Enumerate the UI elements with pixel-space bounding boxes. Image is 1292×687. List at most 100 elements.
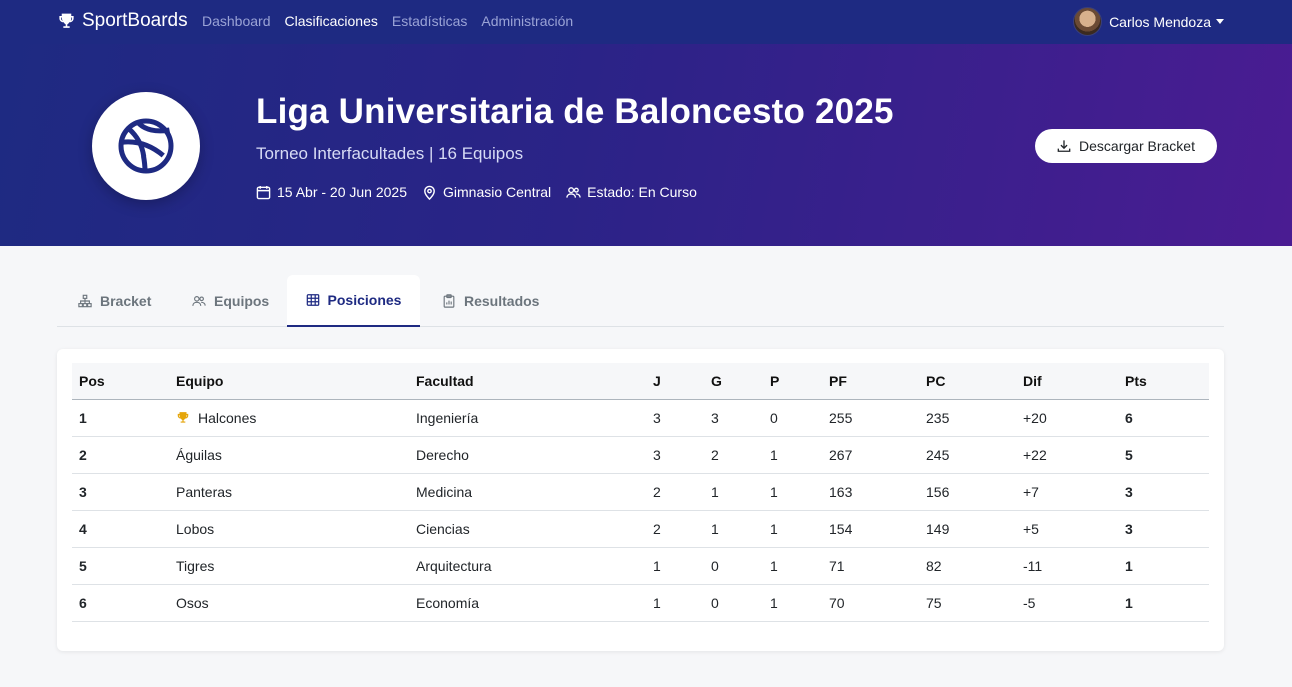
basketball-icon <box>118 118 174 174</box>
faculty-cell: Medicina <box>416 483 473 500</box>
points-for-cell: 70 <box>829 594 845 611</box>
column-header[interactable]: J <box>646 363 704 399</box>
lost-cell: 1 <box>770 483 778 500</box>
difference-cell: +5 <box>1023 520 1039 537</box>
won-cell: 1 <box>711 520 719 537</box>
difference-cell: +22 <box>1023 446 1047 463</box>
chevron-down-icon <box>1216 19 1224 24</box>
column-header[interactable]: Pos <box>72 363 169 399</box>
tab-resultados[interactable]: Resultados <box>442 275 539 327</box>
nav-estadisticas[interactable]: Estadísticas <box>392 13 467 29</box>
points-against-cell: 235 <box>926 409 950 426</box>
points-against-cell: 149 <box>926 520 950 537</box>
table-row[interactable]: 2 Águilas Derecho 3 2 1 267 245 +22 5 <box>72 436 1209 473</box>
status-info: Estado: En Curso <box>566 184 697 200</box>
position-cell: 3 <box>79 483 87 500</box>
points-cell: 3 <box>1125 520 1133 537</box>
team-cell: Halcones <box>169 399 409 436</box>
team-name: Águilas <box>176 446 222 463</box>
tab-bracket[interactable]: Bracket <box>78 275 151 327</box>
nav-clasificaciones[interactable]: Clasificaciones <box>285 13 378 29</box>
points-for-cell: 255 <box>829 409 853 426</box>
download-icon <box>1057 140 1071 152</box>
user-name: Carlos Mendoza <box>1109 13 1211 30</box>
user-menu[interactable]: Carlos Mendoza <box>1073 7 1224 36</box>
won-cell: 0 <box>711 557 719 574</box>
venue-info: Gimnasio Central <box>422 184 551 200</box>
position-cell: 2 <box>79 446 87 463</box>
brand-name: SportBoards <box>82 10 188 31</box>
nav-administracion[interactable]: Administración <box>481 13 573 29</box>
column-header[interactable]: Equipo <box>169 363 409 399</box>
table-row[interactable]: 3 Panteras Medicina 2 1 1 163 156 +7 3 <box>72 473 1209 510</box>
won-cell: 2 <box>711 446 719 463</box>
faculty-cell: Arquitectura <box>416 557 492 574</box>
points-for-cell: 154 <box>829 520 853 537</box>
faculty-cell: Ciencias <box>416 520 470 537</box>
faculty-cell: Economía <box>416 594 480 611</box>
points-cell: 6 <box>1125 409 1133 426</box>
column-header[interactable]: Dif <box>1016 363 1118 399</box>
position-cell: 1 <box>79 409 87 426</box>
column-header[interactable]: Pts <box>1118 363 1209 399</box>
column-header[interactable]: PF <box>822 363 919 399</box>
tab-equipos-label: Equipos <box>214 293 270 309</box>
column-header[interactable]: P <box>763 363 822 399</box>
difference-cell: -5 <box>1023 594 1036 611</box>
position-cell: 5 <box>79 557 87 574</box>
download-bracket-button[interactable]: Descargar Bracket <box>1035 129 1217 163</box>
won-cell: 0 <box>711 594 719 611</box>
column-header[interactable]: Facultad <box>409 363 646 399</box>
calendar-icon <box>256 185 271 199</box>
points-against-cell: 245 <box>926 446 950 463</box>
points-for-cell: 163 <box>829 483 853 500</box>
team-name: Tigres <box>176 557 215 574</box>
lost-cell: 0 <box>770 409 778 426</box>
table-row[interactable]: 4 Lobos Ciencias 2 1 1 154 149 +5 3 <box>72 510 1209 547</box>
table-header-row: Pos Equipo Facultad J G P PF PC Dif Pts <box>72 363 1209 399</box>
team-name: Halcones <box>198 409 257 426</box>
team-name: Osos <box>176 594 209 611</box>
avatar <box>1073 7 1103 36</box>
table-row[interactable]: 5 Tigres Arquitectura 1 0 1 71 82 -11 1 <box>72 547 1209 584</box>
main-nav: Dashboard Clasificaciones Estadísticas A… <box>202 13 573 29</box>
difference-cell: -11 <box>1023 557 1043 574</box>
points-against-cell: 75 <box>926 594 942 611</box>
position-cell: 4 <box>79 520 87 537</box>
people-icon <box>192 296 206 306</box>
tournament-tabs: Bracket Equipos Posiciones Resultados <box>57 275 1224 327</box>
tab-posiciones-label: Posiciones <box>327 292 402 308</box>
dates-info: 15 Abr - 20 Jun 2025 <box>256 184 407 200</box>
page-title: Liga Universitaria de Baloncesto 2025 <box>256 92 894 131</box>
team-name: Panteras <box>176 483 233 500</box>
points-against-cell: 82 <box>926 557 942 574</box>
dates-text: 15 Abr - 20 Jun 2025 <box>277 184 407 200</box>
points-for-cell: 71 <box>829 557 845 574</box>
table-row[interactable]: 6 Osos Economía 1 0 1 70 75 -5 1 <box>72 584 1209 621</box>
difference-cell: +7 <box>1023 483 1039 500</box>
won-cell: 3 <box>711 409 719 426</box>
points-cell: 1 <box>1125 594 1133 611</box>
nav-dashboard[interactable]: Dashboard <box>202 13 271 29</box>
lost-cell: 1 <box>770 557 778 574</box>
brand-link[interactable]: SportBoards <box>57 10 188 32</box>
tournament-header: Liga Universitaria de Baloncesto 2025 To… <box>0 44 1292 246</box>
lost-cell: 1 <box>770 446 778 463</box>
points-against-cell: 156 <box>926 483 950 500</box>
tournament-subtitle: Torneo Interfacultades | 16 Equipos <box>256 144 524 163</box>
trophy-icon <box>177 411 189 423</box>
faculty-cell: Ingeniería <box>416 409 479 426</box>
tab-equipos[interactable]: Equipos <box>192 275 269 327</box>
trophy-icon <box>59 13 74 28</box>
tab-posiciones[interactable]: Posiciones <box>287 275 420 327</box>
map-pin-icon <box>424 185 435 200</box>
lost-cell: 1 <box>770 594 778 611</box>
difference-cell: +20 <box>1023 409 1047 426</box>
column-header[interactable]: PC <box>919 363 1016 399</box>
table-row[interactable]: 1 Halcones Ingeniería 3 3 0 255 235 +20 … <box>72 399 1209 436</box>
played-cell: 1 <box>653 557 661 574</box>
people-icon <box>566 186 581 198</box>
column-header[interactable]: G <box>704 363 763 399</box>
clipboard-icon <box>443 294 455 308</box>
status-text: Estado: En Curso <box>587 184 697 200</box>
